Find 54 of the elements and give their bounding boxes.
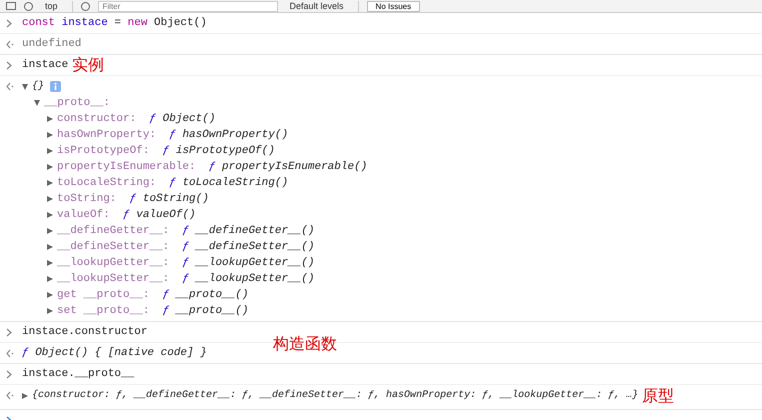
property-entry[interactable]: propertyIsEnumerable: ƒ propertyIsEnumerable() (57, 159, 368, 175)
expand-triangle-icon[interactable] (47, 116, 53, 122)
command-text: instace.constructor (22, 325, 148, 340)
property-entry[interactable]: valueOf: ƒ valueOf() (57, 207, 196, 223)
context-selector[interactable]: top (41, 0, 73, 12)
property-entry[interactable]: get __proto__: ƒ __proto__() (57, 287, 248, 303)
property-entry[interactable]: toString: ƒ toString() (57, 191, 209, 207)
property-entry[interactable]: hasOwnProperty: ƒ hasOwnProperty() (57, 127, 288, 143)
command-text: instace.__proto__ (22, 367, 134, 382)
expand-triangle-icon[interactable] (22, 392, 28, 398)
expand-triangle-icon[interactable] (47, 228, 53, 234)
property-entry[interactable]: __defineGetter__: ƒ __defineGetter__() (57, 223, 314, 239)
annotation-label: 实例 (72, 55, 104, 75)
property-entry[interactable]: isPrototypeOf: ƒ isPrototypeOf() (57, 143, 275, 159)
property-key[interactable]: __proto__: (44, 95, 110, 111)
prompt-chevron-icon (6, 61, 12, 70)
result-arrow-icon (6, 40, 14, 49)
prompt-chevron-icon (6, 19, 12, 28)
expand-triangle-icon[interactable] (47, 244, 53, 250)
expand-triangle-icon[interactable] (47, 276, 53, 282)
result-text: undefined (22, 37, 82, 52)
expand-triangle-icon[interactable] (47, 212, 53, 218)
prompt-chevron-icon (6, 328, 12, 337)
expand-triangle-icon[interactable] (47, 260, 53, 266)
issues-button[interactable]: No Issues (366, 0, 420, 12)
expand-triangle-icon[interactable] (47, 164, 53, 170)
property-entry[interactable]: toLocaleString: ƒ toLocaleString() (57, 175, 288, 191)
sidebar-toggle-icon[interactable] (6, 2, 16, 10)
expand-triangle-icon[interactable] (47, 132, 53, 138)
expand-triangle-icon[interactable] (47, 292, 53, 298)
property-entry[interactable]: constructor: ƒ Object() (57, 111, 216, 127)
expand-triangle-icon[interactable] (47, 196, 53, 202)
levels-dropdown[interactable]: Default levels (286, 0, 359, 12)
property-entry[interactable]: set __proto__: ƒ __proto__() (57, 303, 248, 319)
object-preview[interactable]: {} (32, 78, 44, 94)
expand-triangle-icon[interactable] (34, 100, 40, 106)
expand-triangle-icon[interactable] (47, 148, 53, 154)
annotation-label: 构造函数 (272, 334, 337, 354)
command-text: const instace = new Object() (22, 16, 207, 31)
command-text: instace (22, 58, 68, 73)
result-arrow-icon (6, 391, 14, 400)
result-arrow-icon (6, 82, 14, 91)
property-entry[interactable]: __defineSetter__: ƒ __defineSetter__() (57, 239, 314, 255)
expand-triangle-icon[interactable] (47, 180, 53, 186)
expand-triangle-icon[interactable] (47, 308, 53, 314)
object-preview[interactable]: {constructor: ƒ, __defineGetter__: ƒ, __defineSetter__: ƒ, hasOwnProperty: ƒ, __lookupGetter__: ƒ, …} (32, 388, 638, 404)
result-text: ƒ Object() { [native code] } (22, 346, 207, 361)
expand-triangle-icon[interactable] (22, 84, 28, 90)
property-entry[interactable]: __lookupSetter__: ƒ __lookupSetter__() (57, 271, 314, 287)
filter-field[interactable]: Filter (98, 0, 278, 12)
result-arrow-icon (6, 349, 14, 358)
prompt-chevron-icon (6, 370, 12, 379)
property-entry[interactable]: __lookupGetter__: ƒ __lookupGetter__() (57, 255, 314, 271)
annotation-label: 原型 (642, 386, 674, 406)
